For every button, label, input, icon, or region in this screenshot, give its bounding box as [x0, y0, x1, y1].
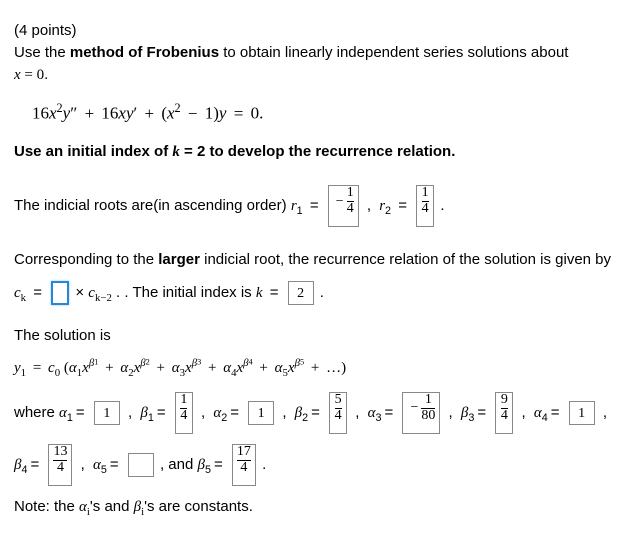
about-dot: . — [44, 66, 48, 83]
alpha4-input[interactable]: 1 — [569, 401, 595, 425]
recur-a: Corresponding to the — [14, 251, 158, 268]
coeffs-row-1: where α1= 1 , β1= 14 , α2= 1 , β2= 54 , … — [14, 392, 620, 434]
ode-equation: 16x2y″ + 16xy′ + (x2 − 1)y = 0. — [32, 100, 620, 126]
recurrence-coeff-input[interactable] — [51, 281, 69, 305]
beta2-input[interactable]: 54 — [329, 392, 347, 434]
beta3-input[interactable]: 94 — [495, 392, 513, 434]
note-row: Note: the αi's and βi's are constants. — [14, 496, 620, 521]
and-label: , and — [160, 456, 198, 473]
alpha2-input[interactable]: 1 — [248, 401, 274, 425]
coeffs-row-2: β4= 134 , α5= , and β5= 174 . — [14, 444, 620, 486]
intro-text-a: Use the — [14, 44, 70, 61]
r1-sub: 1 — [297, 205, 303, 217]
initial-index-input[interactable]: 2 — [288, 281, 314, 305]
note-post: 's are constants. — [144, 498, 253, 515]
recurrence-text: Corresponding to the larger indicial roo… — [14, 249, 620, 271]
where-label: where — [14, 404, 59, 421]
eq-icon: = — [307, 197, 322, 214]
recur-b: indicial root, the recurrence relation o… — [200, 251, 611, 268]
r2-den: 4 — [422, 201, 429, 217]
about-eq: = 0 — [21, 67, 44, 83]
ckm2-c: c — [88, 285, 95, 301]
points-label: (4 points) — [14, 22, 77, 39]
solution-title: The solution is — [14, 325, 620, 347]
recurrence-eq: ck = × ck−2 . . The initial index is k =… — [14, 281, 620, 307]
beta5-input[interactable]: 174 — [232, 444, 256, 486]
r1-den: 4 — [347, 201, 354, 217]
minus-icon: − — [333, 194, 347, 209]
comma-1: , — [365, 197, 375, 214]
indicial-roots-row: The indicial roots are(in ascending orde… — [14, 185, 620, 227]
r2-input[interactable]: 14 — [416, 185, 434, 227]
alpha1-input[interactable]: 1 — [94, 401, 120, 425]
solution-series: y1 = c0 (α1xβ1 + α2xβ2 + α3xβ3 + α4xβ4 +… — [14, 356, 620, 382]
coeffs-dot: . — [262, 456, 266, 473]
r1-input[interactable]: −14 — [328, 185, 359, 227]
instr-b: to develop the recurrence relation. — [205, 143, 455, 160]
alpha5-input[interactable] — [128, 453, 154, 477]
note-pre: Note: the — [14, 498, 79, 515]
instr-eq2: = 2 — [180, 143, 205, 160]
instr-k: k — [172, 144, 180, 160]
beta1-input[interactable]: 14 — [175, 392, 193, 434]
problem-header: (4 points) Use the method of Frobenius t… — [14, 20, 620, 86]
about-x: x — [14, 67, 21, 83]
recur-after: . The initial index is — [124, 284, 255, 301]
beta4-input[interactable]: 134 — [48, 444, 72, 486]
index-instruction: Use an initial index of k = 2 to develop… — [14, 141, 620, 164]
method-name: method of Frobenius — [70, 44, 219, 61]
instr-a: Use an initial index of — [14, 143, 172, 160]
recur-dot: . — [320, 284, 324, 301]
ck-c: c — [14, 285, 21, 301]
intro-text-b: to obtain linearly independent series so… — [219, 44, 568, 61]
ckm2-sub: k−2 — [95, 292, 112, 304]
r2-sub: 2 — [385, 205, 391, 217]
alpha3-input[interactable]: −180 — [402, 392, 440, 434]
indicial-text: The indicial roots are(in ascending orde… — [14, 197, 291, 214]
times-icon: × — [75, 284, 84, 301]
indicial-dot: . — [440, 197, 444, 214]
r1-num: 1 — [347, 186, 354, 201]
ck-k: k — [21, 292, 26, 304]
note-mid: 's and — [90, 498, 134, 515]
recur-larger: larger — [158, 251, 200, 268]
r2-num: 1 — [422, 186, 429, 201]
